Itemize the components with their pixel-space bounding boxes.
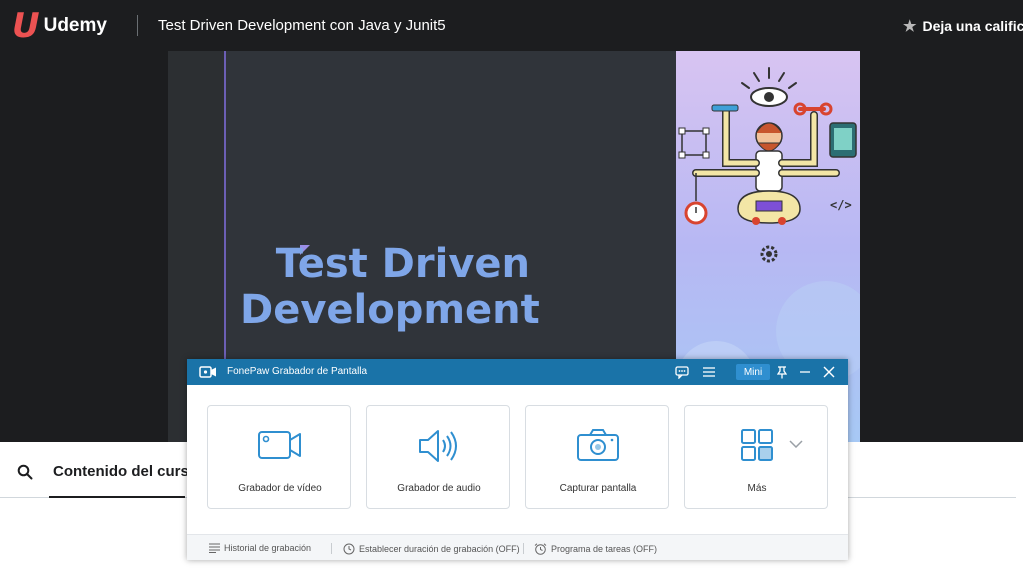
chevron-down-icon[interactable] [789,440,803,448]
star-icon: ★ [903,18,917,35]
status-separator [523,543,524,554]
udemy-logo-text: Udemy [43,15,107,36]
task-schedule-label: Programa de tareas (OFF) [551,544,658,554]
screen-capture-label: Capturar pantalla [559,483,637,494]
fonepaw-app-icon [199,366,216,378]
video-recorder-label: Grabador de vídeo [238,483,322,494]
alarm-clock-icon [534,543,547,555]
mini-mode-button[interactable]: Mini [736,364,770,380]
tab-active-indicator [49,496,185,498]
course-title[interactable]: Test Driven Development con Java y Junit… [158,17,446,34]
set-duration-link[interactable]: Establecer duración de grabación (OFF) [343,543,520,555]
rate-label: Deja una calificac [922,18,1023,34]
set-duration-label: Establecer duración de grabación (OFF) [359,544,520,554]
fonepaw-status-bar: Historial de grabación Establecer duraci… [187,534,848,560]
more-label: Más [747,483,767,494]
list-icon [209,543,220,553]
header-divider [137,15,138,36]
rate-course-button[interactable]: ★ Deja una calificac [903,17,1023,35]
fonepaw-window: FonePaw Grabador de Pantalla Mini Grabad… [187,359,848,560]
slide-title-line2: Development [240,287,540,333]
slide-title-line1: Test Driven [275,241,530,287]
audio-recorder-label: Grabador de audio [397,483,481,494]
camera-icon [577,429,619,461]
video-camera-icon [258,431,301,459]
recorder-options: Grabador de vídeo Grabador de audio Capt… [207,405,829,509]
video-recorder-card[interactable]: Grabador de vídeo [207,405,351,509]
udemy-logo[interactable]: U Udemy [12,9,107,43]
close-icon[interactable] [821,364,837,380]
menu-icon[interactable] [701,364,717,380]
task-schedule-link[interactable]: Programa de tareas (OFF) [534,543,657,555]
fonepaw-title: FonePaw Grabador de Pantalla [227,366,368,377]
slide-title: Test Driven Development [240,241,540,333]
search-icon[interactable] [17,464,33,480]
grid-icon [741,429,773,461]
screen-capture-card[interactable]: Capturar pantalla [525,405,669,509]
status-separator [331,543,332,554]
audio-recorder-card[interactable]: Grabador de audio [366,405,510,509]
feedback-icon[interactable] [674,364,690,380]
clock-icon [343,543,355,555]
more-card[interactable]: Más [684,405,828,509]
pin-icon[interactable] [774,364,790,380]
recording-history-link[interactable]: Historial de grabación [209,543,311,553]
recording-history-label: Historial de grabación [224,543,312,553]
speaker-icon [419,430,457,462]
fonepaw-titlebar[interactable]: FonePaw Grabador de Pantalla Mini [187,359,848,385]
svg-text:</>: </> [830,198,852,212]
udemy-header: U Udemy Test Driven Development con Java… [0,0,1023,51]
udemy-logo-mark: U [12,6,40,46]
tab-course-content[interactable]: Contenido del curso [53,463,198,480]
minimize-icon[interactable] [797,364,813,380]
